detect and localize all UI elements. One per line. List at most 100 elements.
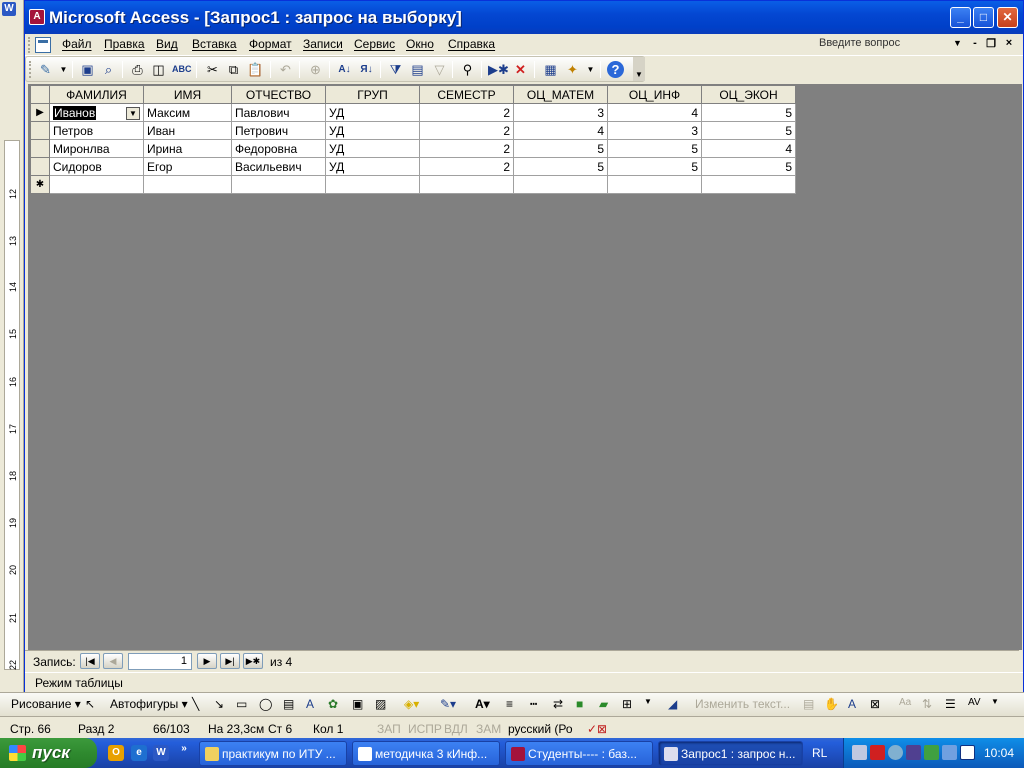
picture-icon[interactable]: ▨ (375, 697, 386, 711)
drawing-menu[interactable]: Рисование ▾ (11, 697, 81, 711)
record-selector[interactable] (30, 139, 50, 158)
new-record-button[interactable]: ▶✱ (243, 653, 263, 669)
status-ext[interactable]: ВДЛ (444, 722, 468, 736)
table-cell[interactable]: УД (325, 121, 420, 140)
table-cell[interactable]: Сидоров (49, 157, 144, 176)
column-header[interactable]: ИМЯ (143, 85, 232, 104)
undo-icon[interactable]: ↶ (276, 60, 295, 79)
arrow-icon[interactable]: ↘ (214, 697, 224, 711)
current-record-selector[interactable]: ▶ (30, 103, 50, 122)
minimize-button[interactable]: _ (950, 7, 971, 28)
table-cell[interactable] (607, 175, 702, 194)
chevron-down-icon[interactable]: ▼ (126, 106, 140, 120)
chevron-down-icon[interactable]: ▼ (581, 60, 600, 79)
table-cell[interactable]: 4 (701, 139, 796, 158)
arrow-style-icon[interactable]: ⇄ (553, 697, 563, 711)
font-color-icon[interactable]: A▾ (475, 697, 490, 711)
filter-by-form-icon[interactable]: ▤ (408, 60, 427, 79)
textbox-icon[interactable]: ▤ (283, 697, 294, 711)
line-icon[interactable]: ╲ (192, 697, 199, 711)
display-icon[interactable] (924, 745, 939, 760)
spelling-icon[interactable]: ABC (172, 60, 192, 79)
outlook-icon[interactable]: O (108, 745, 124, 761)
3d-icon[interactable]: ▰ (599, 697, 608, 711)
chevron-down-icon[interactable]: ▼ (54, 60, 73, 79)
table-cell[interactable]: 5 (607, 139, 702, 158)
doc-minimize-button[interactable]: - (968, 37, 982, 49)
menu-view[interactable]: Вид (156, 37, 178, 51)
menu-help[interactable]: Справка (448, 37, 495, 51)
toolbar-grip[interactable] (29, 61, 32, 78)
wordart-shape-icon[interactable]: A (848, 697, 856, 711)
menu-insert[interactable]: Вставка (192, 37, 237, 51)
new-record-selector[interactable]: ✱ (30, 175, 50, 194)
table-cell[interactable]: 2 (419, 121, 514, 140)
table-cell[interactable]: УД (325, 157, 420, 176)
delete-record-icon[interactable]: ✕ (511, 60, 530, 79)
line-color-icon[interactable]: ✎▾ (440, 697, 456, 711)
table-cell[interactable]: 2 (419, 139, 514, 158)
table-cell[interactable] (701, 175, 796, 194)
table-cell[interactable]: 5 (701, 121, 796, 140)
title-bar[interactable]: A Microsoft Access - [Запрос1 : запрос н… (25, 1, 1023, 34)
quicklaunch-more-icon[interactable]: » (178, 741, 190, 757)
chevron-down-icon[interactable]: ▼ (991, 697, 999, 706)
table-cell[interactable] (325, 175, 420, 194)
select-all-corner[interactable] (30, 85, 50, 104)
table-cell[interactable]: Павлович (231, 103, 326, 122)
table-cell[interactable]: 3 (607, 121, 702, 140)
insert-wordart-icon[interactable]: ◢ (668, 697, 677, 711)
alignment-icon[interactable]: ☰ (945, 697, 956, 711)
table-cell[interactable]: Иванов ▼ (49, 103, 144, 122)
copy-icon[interactable]: ⧉ (224, 60, 243, 79)
new-object-icon[interactable]: ✦ (563, 60, 582, 79)
menu-file[interactable]: Файл (62, 37, 92, 51)
table-cell[interactable]: Егор (143, 157, 232, 176)
table-cell[interactable]: 5 (607, 157, 702, 176)
design-view-icon[interactable]: ✎ (36, 60, 55, 79)
table-cell[interactable]: Васильевич (231, 157, 326, 176)
status-ovr[interactable]: ЗАМ (476, 722, 501, 736)
fill-color-icon[interactable]: ◈▾ (404, 697, 419, 711)
table-cell[interactable]: Петров (49, 121, 144, 140)
table-cell[interactable] (49, 175, 144, 194)
document-control-icon[interactable] (35, 37, 51, 53)
rectangle-icon[interactable]: ▭ (236, 697, 247, 711)
column-header[interactable]: ФАМИЛИЯ (49, 85, 144, 104)
task-button[interactable]: практикум по ИТУ ... (199, 741, 347, 766)
shape-icon[interactable]: ✋ (824, 697, 839, 711)
record-number-input[interactable]: 1 (128, 653, 192, 670)
close-box-icon[interactable]: ⊠ (870, 697, 880, 711)
print-preview-icon[interactable]: ◫ (149, 60, 168, 79)
ask-question-input[interactable]: Введите вопрос (815, 36, 965, 53)
close-button[interactable]: ✕ (997, 7, 1018, 28)
filter-by-selection-icon[interactable]: ⧩ (386, 60, 405, 79)
last-record-button[interactable]: ▶| (220, 653, 240, 669)
database-window-icon[interactable]: ▦ (541, 60, 560, 79)
clipart-icon[interactable]: ▣ (352, 697, 363, 711)
record-selector[interactable] (30, 121, 50, 140)
table-cell[interactable]: УД (325, 139, 420, 158)
column-header[interactable]: ОЦ_ЭКОН (701, 85, 796, 104)
table-cell[interactable]: Иван (143, 121, 232, 140)
task-button[interactable]: Студенты---- : баз... (505, 741, 653, 766)
oval-icon[interactable]: ◯ (259, 697, 272, 711)
insert-hyperlink-icon[interactable]: ⊕ (306, 60, 325, 79)
select-objects-icon[interactable]: ↖ (85, 697, 95, 711)
antivirus-icon[interactable] (870, 745, 885, 760)
status-trk[interactable]: ИСПР (408, 722, 442, 736)
chevron-down-icon[interactable]: ▼ (953, 38, 962, 48)
table-cell[interactable]: 5 (513, 157, 608, 176)
first-record-button[interactable]: |◀ (80, 653, 100, 669)
grid-icon[interactable]: ⊞ (622, 697, 632, 711)
internet-explorer-icon[interactable]: e (131, 745, 147, 761)
table-cell[interactable]: 3 (513, 103, 608, 122)
help-icon[interactable]: ? (607, 61, 624, 78)
word-icon[interactable]: W (153, 745, 169, 761)
start-button[interactable]: пуск (0, 738, 97, 768)
format-icon[interactable]: ▤ (803, 697, 814, 711)
apply-filter-icon[interactable]: ▽ (430, 60, 449, 79)
chevron-down-icon[interactable]: ▼ (644, 697, 652, 706)
status-rec[interactable]: ЗАП (377, 722, 401, 736)
connection-icon[interactable] (942, 745, 957, 760)
